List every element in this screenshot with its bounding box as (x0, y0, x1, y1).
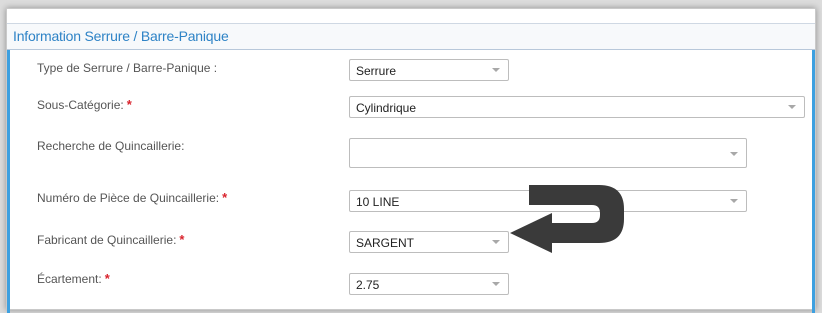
form-window: Information Serrure / Barre-Panique Type… (6, 8, 816, 313)
u-turn-arrow-icon (510, 185, 624, 253)
u-turn-arrow-shape (510, 185, 624, 253)
